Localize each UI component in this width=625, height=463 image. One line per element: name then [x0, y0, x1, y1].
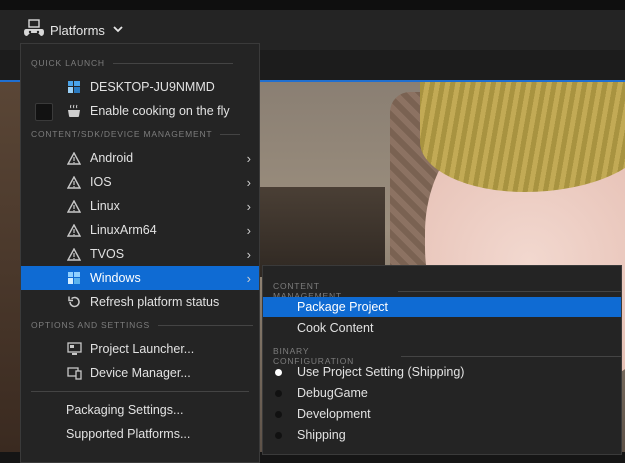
chevron-right-icon: ›: [246, 198, 251, 214]
config-label: Use Project Setting (Shipping): [297, 365, 465, 379]
config-shipping[interactable]: Shipping: [263, 425, 621, 445]
platform-android[interactable]: Android ›: [21, 146, 259, 170]
package-project-label: Package Project: [297, 300, 389, 314]
packaging-settings-label: Packaging Settings...: [66, 403, 184, 417]
radio-icon[interactable]: [275, 431, 282, 439]
project-launcher-icon: [66, 341, 82, 357]
chevron-right-icon: ›: [246, 246, 251, 262]
scene-stone-block: [255, 187, 385, 277]
device-manager-icon: [66, 365, 82, 381]
options-settings-header: OPTIONS AND SETTINGS: [31, 320, 253, 330]
packaging-settings-item[interactable]: Packaging Settings...: [21, 398, 259, 422]
config-label: Development: [297, 407, 371, 421]
radio-selected-icon[interactable]: [275, 368, 282, 376]
config-development[interactable]: Development: [263, 404, 621, 424]
supported-platforms-label: Supported Platforms...: [66, 427, 191, 441]
chevron-right-icon: ›: [246, 222, 251, 238]
platforms-menu: QUICK LAUNCH DESKTOP-JU9NMMD Enable cook…: [20, 43, 260, 463]
warning-icon: [66, 174, 82, 190]
config-label: Shipping: [297, 428, 346, 442]
cooking-pot-icon: [66, 103, 82, 119]
refresh-icon: [66, 294, 82, 310]
refresh-platform-status[interactable]: Refresh platform status: [21, 290, 259, 314]
supported-platforms-item[interactable]: Supported Platforms...: [21, 422, 259, 446]
cook-content-label: Cook Content: [297, 321, 374, 335]
platform-tvos[interactable]: TVOS ›: [21, 242, 259, 266]
config-use-project-setting[interactable]: Use Project Setting (Shipping): [263, 362, 621, 382]
radio-icon[interactable]: [275, 389, 282, 397]
chevron-right-icon: ›: [246, 174, 251, 190]
windows-device-icon: [66, 79, 82, 95]
device-label: DESKTOP-JU9NMMD: [90, 80, 215, 94]
platform-tvos-label: TVOS: [90, 247, 125, 261]
windows-icon: [66, 270, 82, 286]
windows-submenu: CONTENT MANAGEMENT Package Project Cook …: [262, 265, 622, 455]
chevron-right-icon: ›: [246, 150, 251, 166]
platform-linux[interactable]: Linux ›: [21, 194, 259, 218]
warning-icon: [66, 222, 82, 238]
warning-icon: [66, 150, 82, 166]
project-launcher-item[interactable]: Project Launcher...: [21, 337, 259, 361]
platforms-button[interactable]: Platforms: [24, 13, 134, 47]
menu-divider: [31, 391, 249, 392]
chevron-down-icon: [113, 24, 123, 36]
content-sdk-header: CONTENT/SDK/DEVICE MANAGEMENT: [31, 129, 241, 139]
platforms-label: Platforms: [50, 22, 105, 38]
chevron-right-icon: ›: [246, 270, 251, 286]
quick-launch-device[interactable]: DESKTOP-JU9NMMD: [21, 75, 259, 99]
device-manager-item[interactable]: Device Manager...: [21, 361, 259, 385]
scene-character-hair: [420, 82, 625, 192]
platform-linuxarm64[interactable]: LinuxArm64 ›: [21, 218, 259, 242]
package-project-item[interactable]: Package Project: [263, 297, 621, 317]
platform-linuxarm64-label: LinuxArm64: [90, 223, 157, 237]
enable-cooking-item[interactable]: Enable cooking on the fly: [21, 99, 259, 123]
quick-launch-header: QUICK LAUNCH: [31, 58, 233, 68]
cook-content-item[interactable]: Cook Content: [263, 318, 621, 338]
window-top-strip: [0, 0, 625, 10]
device-manager-label: Device Manager...: [90, 366, 191, 380]
platform-android-label: Android: [90, 151, 134, 165]
gamepad-icon: [24, 18, 44, 42]
platform-windows[interactable]: Windows ›: [21, 266, 259, 290]
platform-ios-label: IOS: [90, 175, 112, 189]
config-label: DebugGame: [297, 386, 368, 400]
config-debuggame[interactable]: DebugGame: [263, 383, 621, 403]
platform-ios[interactable]: IOS ›: [21, 170, 259, 194]
warning-icon: [66, 246, 82, 262]
refresh-label: Refresh platform status: [90, 295, 220, 309]
project-launcher-label: Project Launcher...: [90, 342, 195, 356]
cooking-checkbox[interactable]: [35, 103, 53, 121]
platform-linux-label: Linux: [90, 199, 120, 213]
cooking-label: Enable cooking on the fly: [90, 104, 230, 118]
platform-windows-label: Windows: [90, 271, 141, 285]
radio-icon[interactable]: [275, 410, 282, 418]
warning-icon: [66, 198, 82, 214]
